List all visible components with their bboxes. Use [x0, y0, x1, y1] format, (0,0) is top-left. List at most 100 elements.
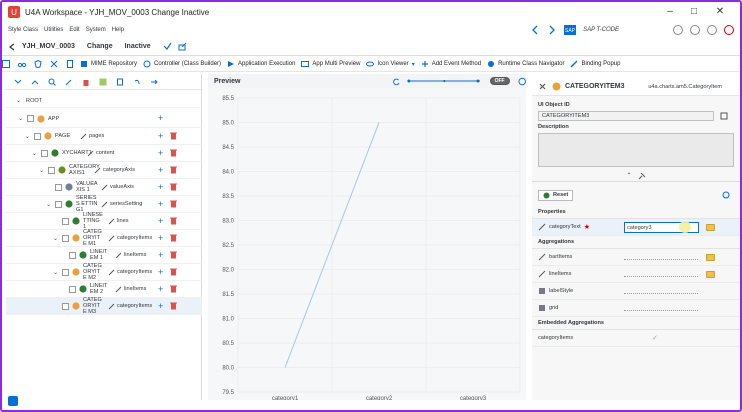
tree-row-checkbox[interactable]: [55, 200, 62, 208]
add-child-icon[interactable]: +: [158, 267, 163, 277]
tree-row[interactable]: LINEITEM 1 lineItems +: [6, 247, 202, 264]
add-child-icon[interactable]: +: [158, 301, 163, 311]
redo-icon[interactable]: [150, 78, 158, 86]
add-child-icon[interactable]: +: [158, 250, 163, 260]
reset-button[interactable]: Reset: [538, 189, 574, 201]
settings-circle-icon[interactable]: [673, 24, 683, 35]
tree-row[interactable]: LINESETTING 1 lines +: [6, 212, 202, 230]
tree-row-checkbox[interactable]: [69, 285, 76, 293]
close-icon[interactable]: ✕: [712, 5, 728, 18]
tree-row-checkbox[interactable]: [34, 132, 41, 140]
tools-icon[interactable]: [50, 60, 58, 68]
chevron-down-icon[interactable]: ⌄: [53, 269, 58, 276]
shield-icon[interactable]: [34, 60, 42, 68]
tree-row[interactable]: LINEITEM 2 lineItems +: [6, 281, 202, 298]
delete-row-icon[interactable]: [170, 149, 177, 157]
splitter-right[interactable]: [527, 74, 531, 400]
controller-button[interactable]: Controller (Class Builder): [143, 60, 221, 68]
binding-popup-button[interactable]: Binding Popup: [570, 60, 621, 68]
tree-row[interactable]: ⌄ CATEGORY AXIS1 categoryAxis +: [6, 162, 202, 179]
forward-nav-icon[interactable]: [547, 25, 557, 35]
back-icon[interactable]: [8, 43, 16, 51]
tree-row[interactable]: ⌄ SERIESS ETTING1 seriesSetting +: [6, 195, 202, 213]
delete-row-icon[interactable]: [170, 285, 177, 293]
chevron-down-icon[interactable]: ⌄: [32, 150, 37, 157]
menu-help[interactable]: Help: [112, 27, 124, 33]
delete-row-icon[interactable]: [170, 200, 177, 208]
layout-icon[interactable]: [2, 60, 10, 68]
delete-row-icon[interactable]: [170, 217, 177, 225]
tree-row-checkbox[interactable]: [69, 251, 76, 259]
pin-icon[interactable]: [638, 172, 646, 180]
add-event-method-button[interactable]: Add Event Method: [421, 60, 481, 68]
add-child-icon[interactable]: +: [158, 199, 163, 209]
expand-all-icon[interactable]: [14, 78, 22, 86]
multi-preview-button[interactable]: App Multi Preview: [301, 60, 360, 68]
menu-utilities[interactable]: Utilities: [44, 27, 63, 33]
menu-style-class[interactable]: Style Class: [8, 27, 38, 33]
help-icon[interactable]: [722, 191, 730, 199]
help-icon[interactable]: [518, 77, 526, 86]
add-child-icon[interactable]: +: [158, 233, 163, 243]
copy-id-icon[interactable]: [720, 112, 728, 120]
collapse-all-icon[interactable]: [31, 78, 39, 86]
add-child-icon[interactable]: +: [158, 148, 163, 158]
delete-row-icon[interactable]: [170, 132, 177, 140]
chevron-down-icon[interactable]: ⌄: [46, 201, 51, 208]
delete-row-icon[interactable]: [170, 268, 177, 276]
minimize-icon[interactable]: –: [662, 5, 678, 18]
delete-icon[interactable]: [82, 78, 90, 86]
status-icon[interactable]: [8, 396, 18, 406]
tree-row-checkbox[interactable]: [62, 302, 69, 310]
add-child-icon[interactable]: +: [158, 216, 163, 226]
back-nav-icon[interactable]: [530, 25, 540, 35]
maximize-icon[interactable]: □: [686, 5, 702, 18]
tree-row-checkbox[interactable]: [27, 115, 34, 122]
glasses-icon[interactable]: [18, 60, 26, 68]
app-execution-button[interactable]: Application Execution: [227, 60, 295, 68]
tree-row-checkbox[interactable]: [41, 149, 48, 157]
tree-row-checkbox[interactable]: [62, 268, 69, 276]
mime-repository-button[interactable]: MIME Repository: [80, 60, 137, 68]
refresh-icon[interactable]: [392, 77, 400, 86]
help-circle-icon[interactable]: [707, 24, 717, 35]
splitter-left[interactable]: [203, 74, 207, 400]
binding-icon[interactable]: [706, 224, 715, 231]
copy-icon[interactable]: [99, 78, 107, 86]
add-child-icon[interactable]: +: [158, 165, 163, 175]
tree-row[interactable]: ⌄ PAGE pages +: [6, 128, 202, 145]
description-textarea[interactable]: [538, 133, 734, 167]
tree-row[interactable]: VALUEAXIS 1 valueAxis +: [6, 179, 202, 196]
runtime-class-navigator-button[interactable]: Runtime Class Navigator: [487, 60, 564, 68]
chevron-down-icon[interactable]: ⌄: [53, 235, 58, 242]
undo-icon[interactable]: [133, 78, 141, 86]
tree-root-row[interactable]: ⌄ ROOT: [6, 94, 202, 108]
chevron-down-icon[interactable]: ⌄: [39, 167, 44, 174]
tree-row[interactable]: ⌄ CATEG ORYITE M1 categoryItems +: [6, 229, 202, 247]
tree-row[interactable]: ⌄ APP +: [6, 110, 202, 128]
binding-icon[interactable]: [706, 271, 715, 278]
menu-system[interactable]: System: [86, 27, 106, 33]
document-icon[interactable]: [66, 60, 74, 68]
delete-row-icon[interactable]: [170, 166, 177, 174]
add-child-icon[interactable]: +: [158, 131, 163, 141]
tree-row-checkbox[interactable]: [62, 234, 69, 242]
object-id-field[interactable]: CATEGORYITEM3: [538, 111, 714, 121]
add-child-icon[interactable]: +: [158, 182, 163, 192]
delete-row-icon[interactable]: [170, 234, 177, 242]
tree-row[interactable]: ⌄ CATEG ORYITE M2 categoryItems +: [6, 263, 202, 281]
icon-viewer-button[interactable]: Icon Viewer ▾: [366, 60, 415, 68]
search-icon[interactable]: [48, 78, 56, 86]
chevron-down-icon[interactable]: ⌄: [18, 115, 23, 122]
check-circle-icon[interactable]: [690, 24, 700, 35]
paste-icon[interactable]: [116, 78, 124, 86]
delete-row-icon[interactable]: [170, 302, 177, 310]
tcode-label[interactable]: SAP T-CODE: [583, 27, 619, 33]
close-inspector-icon[interactable]: [538, 82, 547, 91]
chevron-down-icon[interactable]: ⌄: [25, 133, 30, 140]
activate-icon[interactable]: [163, 42, 172, 51]
preview-toggle[interactable]: OFF: [489, 77, 510, 85]
wizard-icon[interactable]: [65, 78, 73, 86]
add-child-icon[interactable]: +: [158, 114, 163, 123]
share-icon[interactable]: [178, 42, 187, 51]
